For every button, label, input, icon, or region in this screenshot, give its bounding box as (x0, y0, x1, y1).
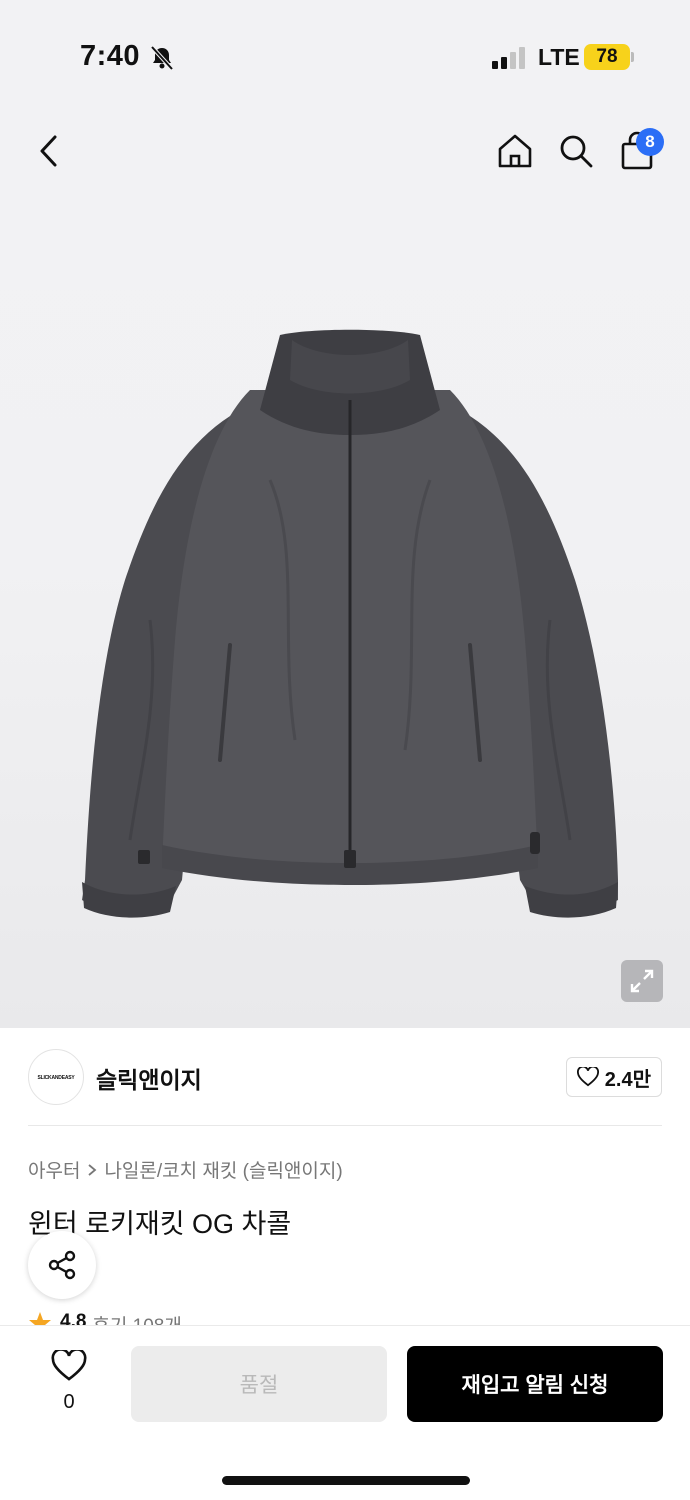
bottom-action-bar: 0 품절 재입고 알림 신청 (0, 1325, 690, 1500)
breadcrumb-subcategory[interactable]: 나일론/코치 재킷 (슬릭앤이지) (104, 1156, 342, 1183)
network-label: LTE (538, 44, 580, 70)
chevron-left-icon (40, 135, 57, 167)
heart-icon (576, 1067, 599, 1087)
expand-icon (630, 969, 654, 993)
expand-image-button[interactable] (621, 960, 663, 1002)
status-time: 7:40 (80, 40, 141, 72)
brand-name[interactable]: 슬릭앤이지 (96, 1061, 202, 1095)
product-image-area[interactable]: 7:40 LTE 78 8 (0, 0, 690, 1028)
wish-count: 0 (63, 1391, 75, 1413)
search-icon (560, 135, 593, 168)
wish-button[interactable]: 0 (42, 1348, 96, 1414)
battery-cap (631, 52, 634, 62)
back-button[interactable] (26, 128, 72, 174)
soldout-button: 품절 (131, 1346, 387, 1422)
battery-indicator: 78 (584, 44, 630, 70)
status-bar: 7:40 LTE 78 (0, 0, 690, 110)
cart-count-badge: 8 (636, 128, 664, 156)
chevron-right-icon (88, 1163, 97, 1176)
signal-icon (492, 47, 525, 69)
share-icon (48, 1250, 76, 1280)
bell-off-icon (150, 45, 174, 71)
breadcrumb: 아우터 나일론/코치 재킷 (슬릭앤이지) (28, 1156, 343, 1183)
share-button[interactable] (28, 1231, 96, 1299)
divider (28, 1125, 662, 1126)
brand-row: SLICKANDEASY 슬릭앤이지 2.4만 (28, 1049, 662, 1107)
home-indicator (222, 1476, 470, 1485)
brand-like-count: 2.4만 (604, 1068, 651, 1091)
brand-like-button[interactable]: 2.4만 (565, 1057, 662, 1097)
heart-icon (51, 1348, 87, 1381)
search-button[interactable] (553, 128, 599, 174)
restock-alert-button[interactable]: 재입고 알림 신청 (407, 1346, 663, 1422)
product-jacket-image[interactable] (70, 320, 630, 930)
brand-logo[interactable]: SLICKANDEASY (28, 1049, 84, 1105)
home-icon (498, 134, 532, 168)
breadcrumb-category[interactable]: 아우터 (28, 1156, 80, 1183)
home-button[interactable] (492, 128, 538, 174)
